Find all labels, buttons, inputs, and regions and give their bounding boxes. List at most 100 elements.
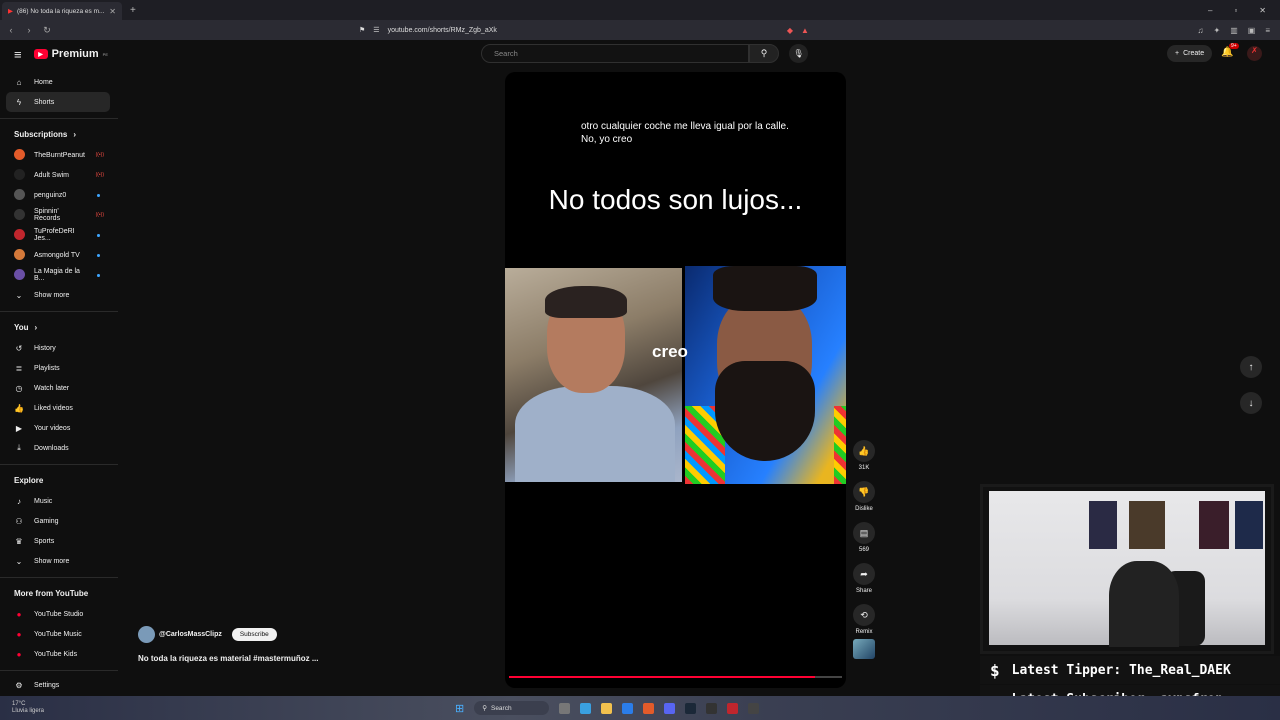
maximize-icon[interactable]: ▫: [1234, 6, 1237, 15]
media-icon[interactable]: ♫: [1198, 26, 1204, 35]
browser-tab[interactable]: ▶ (86) No toda la riqueza es m... ✕: [2, 2, 122, 20]
sidebar-item-label: YouTube Music: [34, 630, 82, 638]
new-tab-icon[interactable]: +: [130, 5, 136, 16]
subscribe-button[interactable]: Subscribe: [231, 628, 277, 641]
sidebar-item-la-magia-de-la-b[interactable]: La Magia de la B...: [6, 265, 110, 285]
sidebar-item-youtube-music[interactable]: ● YouTube Music: [6, 624, 110, 644]
tab-close-icon[interactable]: ✕: [109, 7, 116, 16]
show-more-explore[interactable]: ⌄ Show more: [6, 551, 110, 571]
like-button[interactable]: 👍: [853, 440, 875, 462]
obs-icon[interactable]: [706, 702, 718, 714]
video-title-overlay: No todos son lujos...: [548, 184, 803, 215]
rewards-icon[interactable]: ▲: [801, 26, 809, 35]
sidebar-item-downloads[interactable]: ⤓ Downloads: [6, 438, 110, 458]
brave-shield-icon[interactable]: ◆: [787, 26, 793, 35]
share-button[interactable]: ➦: [853, 563, 875, 585]
file-explorer-icon[interactable]: [601, 702, 613, 714]
sidebar-item-adult-swim[interactable]: Adult Swim ((•)): [6, 165, 110, 185]
sidebar-item-gaming[interactable]: ⚇ Gaming: [6, 511, 110, 531]
terminal-icon[interactable]: [748, 702, 760, 714]
sidebar-item-penguinz0[interactable]: penguinz0: [6, 185, 110, 205]
youtube-logo[interactable]: ▶ Premium PE: [33, 48, 108, 60]
forward-icon[interactable]: ›: [22, 25, 36, 35]
sidebar-item-label: Playlists: [34, 364, 60, 372]
sidebar-item-shorts[interactable]: ϟ Shorts: [6, 92, 110, 112]
site-info-icon[interactable]: ☰: [373, 26, 379, 34]
menu-icon[interactable]: ≡: [1265, 26, 1270, 35]
plus-icon: +: [1175, 50, 1180, 57]
sidebar-item-tuprofederi-jes[interactable]: TuProfeDeRI Jes...: [6, 225, 110, 245]
sidebar-item-liked-videos[interactable]: 👍 Liked videos: [6, 398, 110, 418]
short-title[interactable]: No toda la riqueza es material #mastermu…: [138, 654, 319, 663]
minimize-icon[interactable]: –: [1208, 6, 1212, 15]
wallet-icon[interactable]: ▣: [1248, 26, 1256, 35]
video-caption: otro cualquier coche me lleva igual por …: [581, 121, 789, 145]
channel-name[interactable]: @CarlosMassClipz: [159, 631, 222, 638]
sidebar-item-settings[interactable]: ⚙ Settings: [6, 675, 110, 695]
task-view-icon[interactable]: [559, 702, 571, 714]
sidebar-item-sports[interactable]: ♛ Sports: [6, 531, 110, 551]
sound-thumbnail[interactable]: [853, 639, 875, 659]
store-icon[interactable]: [622, 702, 634, 714]
weather-widget[interactable]: 17°C Lluvia ligera: [12, 701, 44, 715]
live-indicator-icon: ((•)): [95, 172, 104, 178]
create-label: Create: [1183, 50, 1205, 57]
sidebar-item-playlists[interactable]: ≣ Playlists: [6, 358, 110, 378]
sidebar-item-spinnin-records[interactable]: Spinnin' Records ((•)): [6, 205, 110, 225]
reload-icon[interactable]: ↻: [40, 25, 54, 36]
dislike-button[interactable]: 👎: [853, 481, 875, 503]
url-field[interactable]: ⚑ ☰ youtube.com/shorts/RMz_Zgb_aXk: [359, 26, 497, 35]
voice-search-button[interactable]: 🎙: [789, 44, 808, 63]
guide-menu-icon[interactable]: ≡: [14, 47, 22, 62]
next-short-button[interactable]: ↓: [1240, 392, 1262, 414]
new-content-dot: [97, 253, 100, 257]
account-avatar[interactable]: ✗: [1247, 46, 1262, 61]
sidebar-item-label: Adult Swim: [34, 171, 70, 179]
sidebar-item-asmongold-tv[interactable]: Asmongold TV: [6, 245, 110, 265]
sidebar-item-your-videos[interactable]: ▶ Your videos: [6, 418, 110, 438]
section-title: You: [14, 322, 29, 332]
download-icon: ⤓: [17, 443, 21, 452]
you-header[interactable]: You ›: [0, 316, 118, 338]
extensions-icon[interactable]: ✦: [1214, 26, 1221, 35]
sidebar-item-history[interactable]: ↺ History: [6, 338, 110, 358]
sidebar-item-youtube-studio[interactable]: ● YouTube Studio: [6, 604, 110, 624]
sidebar-toggle-icon[interactable]: ▥: [1230, 26, 1238, 35]
discord-icon[interactable]: [664, 702, 676, 714]
show-more-subscriptions[interactable]: ⌄ Show more: [6, 285, 110, 305]
channel-avatar[interactable]: [138, 626, 155, 643]
previous-short-button[interactable]: ↑: [1240, 356, 1262, 378]
taskbar-search[interactable]: ⚲ Search: [474, 701, 550, 715]
create-button[interactable]: + Create: [1167, 45, 1213, 62]
more-from-youtube-header: More from YouTube: [14, 588, 89, 598]
sidebar-item-youtube-kids[interactable]: ● YouTube Kids: [6, 644, 110, 664]
sidebar-item-home[interactable]: ⌂ Home: [6, 72, 110, 92]
remix-button[interactable]: ⟲: [853, 604, 875, 626]
sidebar-item-music[interactable]: ♪ Music: [6, 491, 110, 511]
search-input[interactable]: Search: [481, 44, 749, 63]
weather-desc: Lluvia ligera: [12, 708, 45, 714]
browser-tabbar: ▶ (86) No toda la riqueza es m... ✕ + – …: [0, 0, 1280, 20]
short-player[interactable]: otro cualquier coche me lleva igual por …: [505, 72, 846, 688]
steam-icon[interactable]: [685, 702, 697, 714]
url-text: youtube.com/shorts/RMz_Zgb_aXk: [387, 26, 497, 34]
right-speaker-frame: [685, 266, 846, 484]
back-icon[interactable]: ‹: [4, 25, 18, 35]
search-button[interactable]: ⚲: [749, 44, 779, 63]
app-icon[interactable]: [727, 702, 739, 714]
bookmark-icon[interactable]: ⚑: [359, 26, 365, 34]
sidebar-item-watch-later[interactable]: ◷ Watch later: [6, 378, 110, 398]
window-close-icon[interactable]: ✕: [1259, 6, 1266, 15]
progress-bar[interactable]: [509, 676, 842, 678]
windows-start-icon[interactable]: ⊞: [455, 702, 464, 715]
sidebar-item-label: Asmongold TV: [34, 251, 80, 259]
sidebar-item-theburntpeanut[interactable]: TheBurntPeanut ((•)): [6, 145, 110, 165]
comments-button[interactable]: ▤: [853, 522, 875, 544]
widgets-icon[interactable]: [580, 702, 592, 714]
trophy-icon: ♛: [15, 536, 23, 546]
divider: [0, 577, 118, 578]
brave-browser-icon[interactable]: [643, 702, 655, 714]
clock-icon: ◷: [15, 383, 23, 393]
channel-info: @CarlosMassClipz Subscribe: [138, 626, 277, 643]
subscriptions-header[interactable]: Subscriptions ›: [0, 123, 118, 145]
